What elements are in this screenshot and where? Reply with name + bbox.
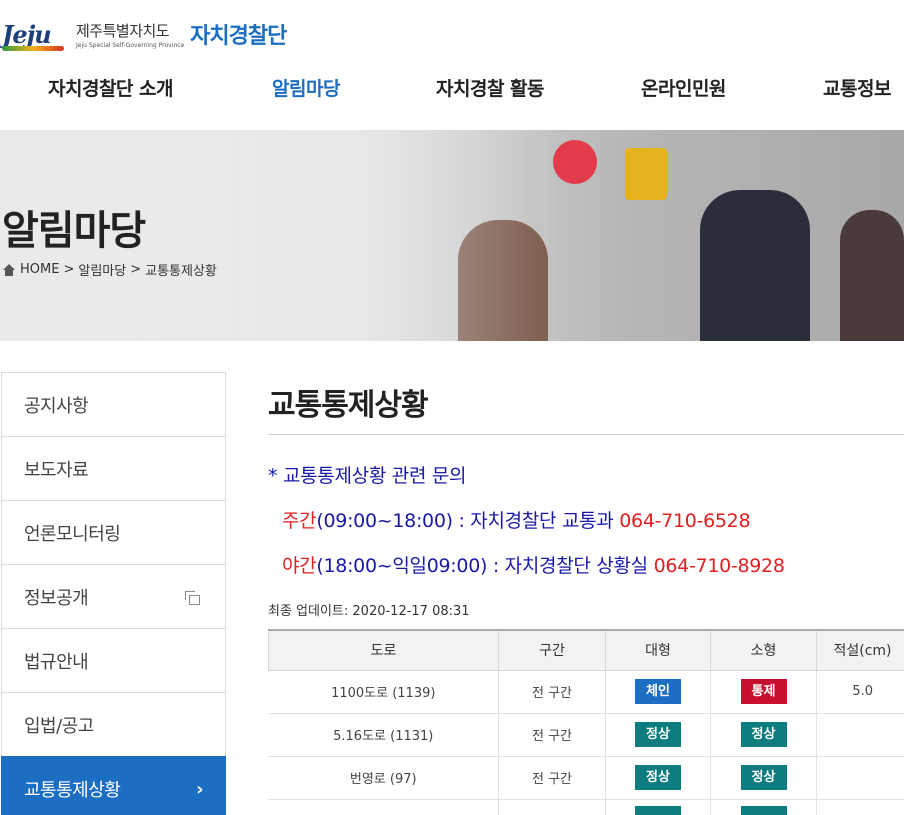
breadcrumb: HOME > 알림마당 > 교통통제상황 — [2, 260, 217, 279]
table-row: 5.16도로 (1131) 전 구간 정상 정상 — [268, 712, 904, 757]
banner-photo-figure — [700, 190, 810, 341]
banner-title: 알림마당 — [2, 208, 146, 254]
chevron-right-icon: › — [196, 779, 203, 800]
sidebar-item-label: 언론모니터링 — [24, 523, 121, 545]
sidebar-item-press[interactable]: 보도자료 — [1, 436, 226, 501]
sidebar-item-label: 법규안내 — [24, 651, 89, 673]
sub-visual-banner: 알림마당 HOME > 알림마당 > 교통통제상황 — [0, 130, 904, 341]
table-row: 번영로 (97) 전 구간 정상 정상 — [268, 755, 904, 800]
sidebar-menu: 공지사항 보도자료 언론모니터링 정보공개 법규안내 입법/공고 교통통제상황 › — [1, 372, 226, 815]
breadcrumb-separator: > — [63, 262, 75, 277]
breadcrumb-current[interactable]: 교통통제상황 — [145, 260, 217, 279]
home-icon[interactable] — [2, 263, 16, 276]
column-header-small: 소형 — [710, 629, 817, 671]
notice-night-hours: (18:00~익일09:00) : 자치경찰단 상황실 — [316, 555, 648, 577]
nav-item-notice-board[interactable]: 알림마당 — [272, 74, 340, 101]
traffic-control-table: 도로 구간 대형 소형 적설(cm) 1100도로 (1139) 전 구간 체인… — [268, 629, 904, 815]
snow-depth: 5.0 — [816, 669, 904, 714]
table-header-row: 도로 구간 대형 소형 적설(cm) — [268, 629, 904, 671]
status-badge-small: 정상 — [740, 765, 787, 790]
nav-item-activities[interactable]: 자치경찰 활동 — [436, 74, 545, 101]
notice-day-phone[interactable]: 064-710-6528 — [619, 510, 750, 532]
banner-photo-sign — [625, 148, 667, 200]
road-name: 번영로 (97) — [268, 755, 499, 800]
breadcrumb-separator: > — [130, 262, 142, 277]
road-section: 전 구간 — [498, 669, 606, 714]
sidebar-item-media-monitoring[interactable]: 언론모니터링 — [1, 500, 226, 565]
page-title: 교통통제상황 — [268, 380, 904, 435]
sidebar-item-label: 교통통제상황 — [24, 779, 121, 801]
banner-photo-figure — [840, 210, 904, 341]
nav-item-online-civil[interactable]: 온라인민원 — [641, 74, 726, 101]
snow-depth — [816, 712, 904, 757]
road-name: 1100도로 (1139) — [268, 669, 499, 714]
status-badge-small: 정상 — [740, 722, 787, 747]
sidebar-item-label: 보도자료 — [24, 459, 89, 481]
external-window-icon — [185, 591, 200, 605]
contact-notice: * 교통통제상황 관련 문의 주간(09:00~18:00) : 자치경찰단 교… — [268, 461, 904, 578]
sidebar-item-notices[interactable]: 공지사항 — [1, 372, 226, 437]
nav-item-traffic-info[interactable]: 교통정보 — [823, 74, 891, 101]
sidebar-item-label: 입법/공고 — [24, 715, 94, 737]
sidebar-item-info-disclosure[interactable]: 정보공개 — [1, 564, 226, 629]
column-header-large: 대형 — [605, 629, 711, 671]
status-badge-small: 통제 — [740, 679, 787, 704]
notice-night-line: 야간(18:00~익일09:00) : 자치경찰단 상황실 064-710-89… — [268, 551, 904, 578]
nav-item-intro[interactable]: 자치경찰단 소개 — [48, 74, 173, 101]
notice-day-line: 주간(09:00~18:00) : 자치경찰단 교통과 064-710-6528 — [268, 506, 904, 533]
logo-province-name: 제주특별자치도 — [76, 21, 170, 40]
main-content: 교통통제상황 * 교통통제상황 관련 문의 주간(09:00~18:00) : … — [268, 380, 904, 619]
notice-day-hours: (09:00~18:00) : 자치경찰단 교통과 — [316, 510, 614, 532]
column-header-road: 도로 — [268, 629, 499, 671]
sidebar-item-laws[interactable]: 법규안내 — [1, 628, 226, 693]
status-badge-large — [635, 806, 681, 815]
sidebar-item-legislation[interactable]: 입법/공고 — [1, 692, 226, 757]
site-logo[interactable]: Jeju 제주특별자치도 Jeju Special Self-Governing… — [2, 14, 287, 54]
status-badge-small — [740, 806, 787, 815]
main-nav: 자치경찰단 소개 알림마당 자치경찰 활동 온라인민원 교통정보 — [0, 74, 904, 114]
breadcrumb-home[interactable]: HOME — [20, 262, 59, 277]
snow-depth — [816, 755, 904, 800]
column-header-section: 구간 — [498, 629, 606, 671]
road-section: 전 구간 — [498, 712, 606, 757]
notice-night-label: 야간 — [282, 555, 317, 577]
last-updated: 최종 업데이트: 2020-12-17 08:31 — [268, 604, 470, 619]
road-name: 5.16도로 (1131) — [268, 712, 499, 757]
breadcrumb-level1[interactable]: 알림마당 — [78, 260, 126, 279]
logo-province-english: Jeju Special Self-Governing Province — [76, 41, 185, 49]
sidebar-item-label: 정보공개 — [24, 587, 89, 609]
notice-night-phone[interactable]: 064-710-8928 — [654, 555, 785, 577]
site-header: Jeju 제주특별자치도 Jeju Special Self-Governing… — [0, 0, 904, 130]
road-section: 전 구간 — [498, 755, 606, 800]
column-header-snow: 적설(cm) — [816, 629, 904, 671]
logo-org-name: 자치경찰단 — [190, 24, 287, 49]
notice-day-label: 주간 — [282, 510, 317, 532]
notice-heading: * 교통통제상황 관련 문의 — [268, 465, 467, 487]
sidebar-item-traffic-control[interactable]: 교통통제상황 › — [1, 756, 226, 815]
table-row — [268, 798, 904, 815]
logo-text: 제주특별자치도 Jeju Special Self-Governing Prov… — [76, 20, 184, 49]
jeju-logo-mark: Jeju — [2, 20, 68, 51]
status-badge-large: 정상 — [635, 765, 681, 790]
status-badge-large: 체인 — [635, 679, 681, 704]
table-row: 1100도로 (1139) 전 구간 체인 통제 5.0 — [268, 669, 904, 714]
status-badge-large: 정상 — [635, 722, 681, 747]
sidebar-item-label: 공지사항 — [24, 395, 89, 417]
